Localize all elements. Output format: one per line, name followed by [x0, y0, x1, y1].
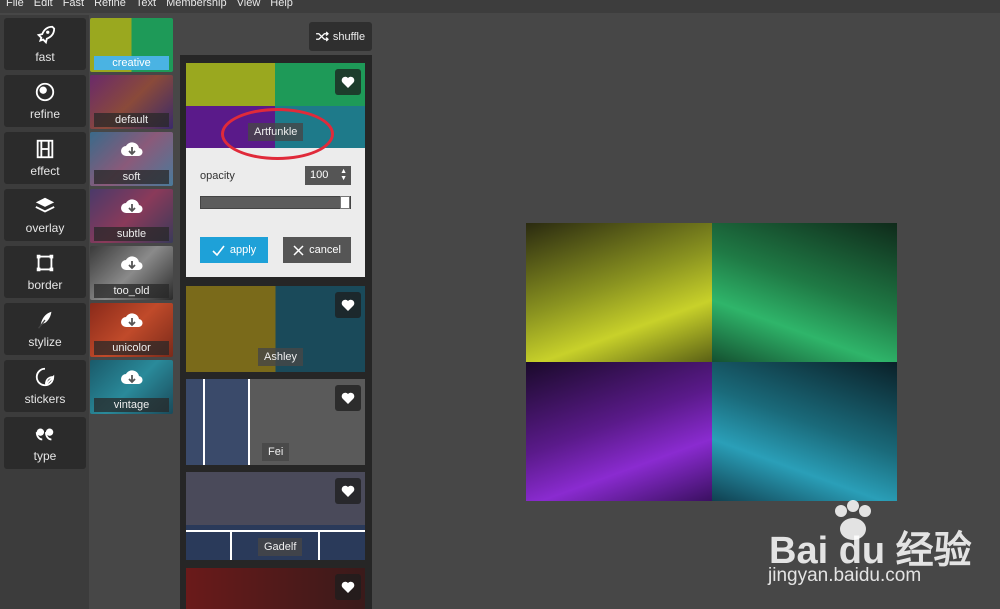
preset-label: too_old	[94, 284, 169, 298]
effect-options: opacity 100 ▲ ▼ apply cancel	[186, 148, 365, 277]
shuffle-icon	[315, 31, 329, 42]
opacity-stepper[interactable]: 100 ▲ ▼	[305, 166, 351, 185]
preset-strip: creative default soft subtle too_old uni…	[89, 15, 175, 415]
film-icon	[36, 139, 54, 159]
annotation-ellipse	[221, 108, 334, 160]
tool-stylize[interactable]: stylize	[4, 303, 86, 355]
menu-help[interactable]: Help	[264, 0, 297, 10]
preset-label: soft	[94, 170, 169, 184]
menu-file[interactable]: File	[0, 0, 28, 10]
tool-border-label: border	[27, 278, 63, 292]
preset-default[interactable]: default	[90, 75, 173, 129]
tool-sidebar: fast refine effect overlay border styliz…	[0, 15, 89, 609]
apply-label: apply	[229, 244, 257, 256]
menu-fast[interactable]: Fast	[57, 0, 88, 10]
preset-subtle[interactable]: subtle	[90, 189, 173, 243]
preset-creative[interactable]: creative	[90, 18, 173, 72]
preset-label: creative	[94, 56, 169, 70]
tool-fast-label: fast	[35, 50, 55, 64]
baidu-watermark: Bai du 经验 jingyan.baidu.com	[767, 497, 997, 597]
menu-refine[interactable]: Refine	[88, 0, 130, 10]
cancel-button[interactable]: cancel	[283, 237, 351, 263]
tool-border[interactable]: border	[4, 246, 86, 298]
watermark-url: jingyan.baidu.com	[768, 565, 922, 586]
preset-soft[interactable]: soft	[90, 132, 173, 186]
heart-icon[interactable]	[335, 478, 361, 504]
menu-text[interactable]: Text	[130, 0, 160, 10]
preset-unicolor[interactable]: unicolor	[90, 303, 173, 357]
tool-stickers[interactable]: stickers	[4, 360, 86, 412]
opacity-value: 100	[310, 169, 329, 181]
photo-preview[interactable]	[526, 223, 897, 501]
rocket-icon	[36, 25, 56, 45]
stepper-arrows-icon[interactable]: ▲ ▼	[340, 168, 347, 182]
border-square-icon	[36, 254, 54, 272]
check-icon	[212, 245, 225, 256]
divider	[230, 530, 232, 560]
divider	[248, 379, 250, 465]
layers-icon	[35, 197, 55, 213]
preview-quad-yellow	[526, 223, 712, 362]
opacity-label: opacity	[200, 170, 235, 182]
divider	[318, 530, 320, 560]
sticker-icon	[35, 367, 55, 387]
effect-card-partial[interactable]	[186, 568, 365, 609]
menu-membership[interactable]: Membership	[160, 0, 231, 10]
cloud-download-icon	[121, 313, 143, 328]
heart-icon[interactable]	[335, 292, 361, 318]
refine-circles-icon	[35, 82, 55, 102]
effect-name: Ashley	[258, 348, 304, 366]
cloud-download-icon	[121, 142, 143, 157]
cancel-label: cancel	[309, 244, 341, 256]
effect-card-fei[interactable]: Fei	[186, 379, 365, 465]
menu-view[interactable]: View	[231, 0, 265, 10]
preset-label: subtle	[94, 227, 169, 241]
close-icon	[293, 244, 304, 256]
divider	[186, 530, 365, 532]
tool-refine-label: refine	[29, 107, 61, 121]
effect-card-gadelf[interactable]: Gadelf	[186, 472, 365, 560]
cloud-download-icon	[121, 256, 143, 271]
menubar: File Edit Fast Refine Text Membership Vi…	[0, 0, 1000, 13]
slider-thumb[interactable]	[340, 196, 350, 209]
tool-fast[interactable]: fast	[4, 18, 86, 70]
feather-icon	[38, 311, 52, 329]
heart-icon[interactable]	[335, 69, 361, 95]
cloud-download-icon	[121, 370, 143, 385]
effect-card-ashley[interactable]: Ashley	[186, 286, 365, 372]
menu-edit[interactable]: Edit	[28, 0, 57, 10]
tool-stylize-label: stylize	[28, 335, 62, 349]
heart-icon[interactable]	[335, 385, 361, 411]
shuffle-button[interactable]: shuffle	[309, 22, 372, 51]
effect-name: Gadelf	[258, 538, 303, 556]
tool-overlay-label: overlay	[25, 221, 65, 235]
preset-label: unicolor	[94, 341, 169, 355]
shuffle-label: shuffle	[332, 30, 366, 43]
cloud-download-icon	[121, 199, 143, 214]
tool-stickers-label: stickers	[24, 392, 66, 406]
tool-effect[interactable]: effect	[4, 132, 86, 184]
preview-quad-purple	[526, 362, 712, 501]
heart-icon[interactable]	[335, 574, 361, 600]
tool-type[interactable]: type	[4, 417, 86, 469]
preview-quad-green	[711, 223, 897, 362]
quote-icon	[35, 428, 54, 441]
tool-effect-label: effect	[30, 164, 60, 178]
apply-button[interactable]: apply	[200, 237, 268, 263]
preset-too-old[interactable]: too_old	[90, 246, 173, 300]
divider	[203, 379, 205, 465]
preview-quad-teal	[711, 362, 897, 501]
preset-vintage[interactable]: vintage	[90, 360, 173, 414]
tool-refine[interactable]: refine	[4, 75, 86, 127]
tool-type-label: type	[33, 449, 57, 463]
preset-label: vintage	[94, 398, 169, 412]
tool-overlay[interactable]: overlay	[4, 189, 86, 241]
preset-label: default	[94, 113, 169, 127]
effect-name: Fei	[262, 443, 290, 461]
opacity-slider[interactable]	[200, 196, 351, 209]
